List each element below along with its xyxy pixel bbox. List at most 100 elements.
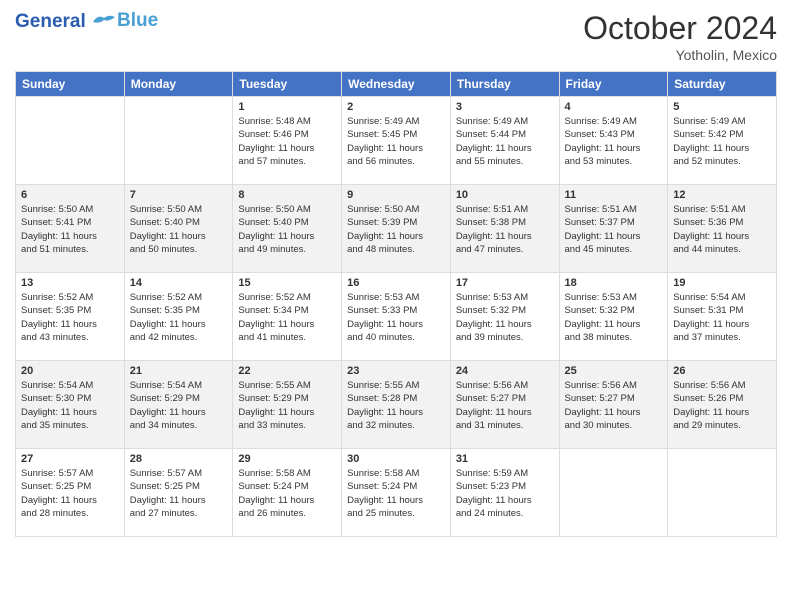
calendar-week-3: 13Sunrise: 5:52 AM Sunset: 5:35 PM Dayli… (16, 273, 777, 361)
calendar-body: 1 Sunrise: 5:48 AM Sunset: 5:46 PM Daylig… (16, 97, 777, 537)
day-number: 18 (565, 277, 663, 289)
day-info: Sunrise: 5:52 AM Sunset: 5:35 PM Dayligh… (130, 291, 228, 344)
day-number: 7 (130, 189, 228, 201)
day-info: Sunrise: 5:58 AM Sunset: 5:24 PM Dayligh… (238, 467, 336, 520)
calendar-cell: 5Sunrise: 5:49 AM Sunset: 5:42 PM Daylig… (668, 97, 777, 185)
day-number: 30 (347, 453, 445, 465)
day-number: 11 (565, 189, 663, 201)
weekday-header-friday: Friday (559, 72, 668, 97)
day-info: Sunrise: 5:59 AM Sunset: 5:23 PM Dayligh… (456, 467, 554, 520)
day-info: Sunrise: 5:55 AM Sunset: 5:28 PM Dayligh… (347, 379, 445, 432)
calendar-cell (559, 449, 668, 537)
calendar-cell: 12 Sunrise: 5:51 AM Sunset: 5:36 PM Dayli… (668, 185, 777, 273)
weekday-header-thursday: Thursday (450, 72, 559, 97)
calendar-cell: 27Sunrise: 5:57 AM Sunset: 5:25 PM Dayli… (16, 449, 125, 537)
calendar-cell: 8 Sunrise: 5:50 AM Sunset: 5:40 PM Daylig… (233, 185, 342, 273)
day-number: 20 (21, 365, 119, 377)
main-container: General Blue October 2024 Yotholin, Mexi… (0, 0, 792, 547)
weekday-header-saturday: Saturday (668, 72, 777, 97)
logo: General Blue (15, 10, 158, 32)
calendar-cell: 18 Sunrise: 5:53 AM Sunset: 5:32 PM Dayli… (559, 273, 668, 361)
day-number: 25 (565, 365, 663, 377)
day-number: 12 (673, 189, 771, 201)
day-number: 1 (238, 101, 336, 113)
calendar-week-2: 6 Sunrise: 5:50 AM Sunset: 5:41 PM Daylig… (16, 185, 777, 273)
day-number: 24 (456, 365, 554, 377)
day-number: 4 (565, 101, 663, 113)
day-number: 6 (21, 189, 119, 201)
calendar-cell: 21Sunrise: 5:54 AM Sunset: 5:29 PM Dayli… (124, 361, 233, 449)
calendar-header-row: SundayMondayTuesdayWednesdayThursdayFrid… (16, 72, 777, 97)
calendar-cell: 2 Sunrise: 5:49 AM Sunset: 5:45 PM Daylig… (342, 97, 451, 185)
logo-blue: Blue (117, 10, 158, 32)
day-number: 26 (673, 365, 771, 377)
calendar-cell: 30 Sunrise: 5:58 AM Sunset: 5:24 PM Dayli… (342, 449, 451, 537)
weekday-header-monday: Monday (124, 72, 233, 97)
weekday-header-sunday: Sunday (16, 72, 125, 97)
calendar-cell: 26 Sunrise: 5:56 AM Sunset: 5:26 PM Dayli… (668, 361, 777, 449)
day-number: 22 (238, 365, 336, 377)
header: General Blue October 2024 Yotholin, Mexi… (15, 10, 777, 63)
title-section: October 2024 Yotholin, Mexico (583, 10, 777, 63)
day-info: Sunrise: 5:53 AM Sunset: 5:32 PM Dayligh… (565, 291, 663, 344)
day-info: Sunrise: 5:56 AM Sunset: 5:26 PM Dayligh… (673, 379, 771, 432)
weekday-header-tuesday: Tuesday (233, 72, 342, 97)
day-number: 15 (238, 277, 336, 289)
calendar-week-4: 20 Sunrise: 5:54 AM Sunset: 5:30 PM Dayli… (16, 361, 777, 449)
day-number: 8 (238, 189, 336, 201)
day-info: Sunrise: 5:50 AM Sunset: 5:40 PM Dayligh… (238, 203, 336, 256)
calendar-cell: 15 Sunrise: 5:52 AM Sunset: 5:34 PM Dayli… (233, 273, 342, 361)
calendar-cell: 14 Sunrise: 5:52 AM Sunset: 5:35 PM Dayli… (124, 273, 233, 361)
calendar-cell (124, 97, 233, 185)
day-info: Sunrise: 5:58 AM Sunset: 5:24 PM Dayligh… (347, 467, 445, 520)
day-info: Sunrise: 5:54 AM Sunset: 5:30 PM Dayligh… (21, 379, 119, 432)
calendar-cell: 22Sunrise: 5:55 AM Sunset: 5:29 PM Dayli… (233, 361, 342, 449)
day-number: 2 (347, 101, 445, 113)
day-number: 10 (456, 189, 554, 201)
day-info: Sunrise: 5:56 AM Sunset: 5:27 PM Dayligh… (565, 379, 663, 432)
calendar-cell: 20 Sunrise: 5:54 AM Sunset: 5:30 PM Dayli… (16, 361, 125, 449)
weekday-header-wednesday: Wednesday (342, 72, 451, 97)
logo-bird-icon (93, 14, 115, 28)
day-info: Sunrise: 5:53 AM Sunset: 5:32 PM Dayligh… (456, 291, 554, 344)
day-info: Sunrise: 5:51 AM Sunset: 5:38 PM Dayligh… (456, 203, 554, 256)
day-info: Sunrise: 5:52 AM Sunset: 5:35 PM Dayligh… (21, 291, 119, 344)
day-info: Sunrise: 5:51 AM Sunset: 5:36 PM Dayligh… (673, 203, 771, 256)
calendar-cell: 23 Sunrise: 5:55 AM Sunset: 5:28 PM Dayli… (342, 361, 451, 449)
day-number: 14 (130, 277, 228, 289)
calendar-cell: 7Sunrise: 5:50 AM Sunset: 5:40 PM Daylig… (124, 185, 233, 273)
calendar-cell: 25 Sunrise: 5:56 AM Sunset: 5:27 PM Dayli… (559, 361, 668, 449)
day-number: 28 (130, 453, 228, 465)
calendar-week-1: 1 Sunrise: 5:48 AM Sunset: 5:46 PM Daylig… (16, 97, 777, 185)
day-number: 17 (456, 277, 554, 289)
calendar-cell: 24Sunrise: 5:56 AM Sunset: 5:27 PM Dayli… (450, 361, 559, 449)
day-info: Sunrise: 5:50 AM Sunset: 5:39 PM Dayligh… (347, 203, 445, 256)
calendar-cell: 13Sunrise: 5:52 AM Sunset: 5:35 PM Dayli… (16, 273, 125, 361)
calendar-cell: 6 Sunrise: 5:50 AM Sunset: 5:41 PM Daylig… (16, 185, 125, 273)
calendar-cell: 3 Sunrise: 5:49 AM Sunset: 5:44 PM Daylig… (450, 97, 559, 185)
calendar-cell: 17 Sunrise: 5:53 AM Sunset: 5:32 PM Dayli… (450, 273, 559, 361)
day-info: Sunrise: 5:50 AM Sunset: 5:41 PM Dayligh… (21, 203, 119, 256)
day-number: 3 (456, 101, 554, 113)
day-info: Sunrise: 5:52 AM Sunset: 5:34 PM Dayligh… (238, 291, 336, 344)
calendar-cell: 29Sunrise: 5:58 AM Sunset: 5:24 PM Dayli… (233, 449, 342, 537)
day-info: Sunrise: 5:57 AM Sunset: 5:25 PM Dayligh… (21, 467, 119, 520)
calendar-cell (16, 97, 125, 185)
day-info: Sunrise: 5:57 AM Sunset: 5:25 PM Dayligh… (130, 467, 228, 520)
calendar-cell: 9 Sunrise: 5:50 AM Sunset: 5:39 PM Daylig… (342, 185, 451, 273)
day-number: 16 (347, 277, 445, 289)
calendar-cell: 16 Sunrise: 5:53 AM Sunset: 5:33 PM Dayli… (342, 273, 451, 361)
day-info: Sunrise: 5:49 AM Sunset: 5:43 PM Dayligh… (565, 115, 663, 168)
calendar-week-5: 27Sunrise: 5:57 AM Sunset: 5:25 PM Dayli… (16, 449, 777, 537)
day-info: Sunrise: 5:49 AM Sunset: 5:42 PM Dayligh… (673, 115, 771, 168)
day-info: Sunrise: 5:49 AM Sunset: 5:44 PM Dayligh… (456, 115, 554, 168)
calendar-cell (668, 449, 777, 537)
day-number: 23 (347, 365, 445, 377)
day-info: Sunrise: 5:53 AM Sunset: 5:33 PM Dayligh… (347, 291, 445, 344)
day-info: Sunrise: 5:48 AM Sunset: 5:46 PM Dayligh… (238, 115, 336, 168)
day-number: 19 (673, 277, 771, 289)
day-number: 9 (347, 189, 445, 201)
day-info: Sunrise: 5:54 AM Sunset: 5:29 PM Dayligh… (130, 379, 228, 432)
calendar-cell: 10 Sunrise: 5:51 AM Sunset: 5:38 PM Dayli… (450, 185, 559, 273)
day-info: Sunrise: 5:49 AM Sunset: 5:45 PM Dayligh… (347, 115, 445, 168)
